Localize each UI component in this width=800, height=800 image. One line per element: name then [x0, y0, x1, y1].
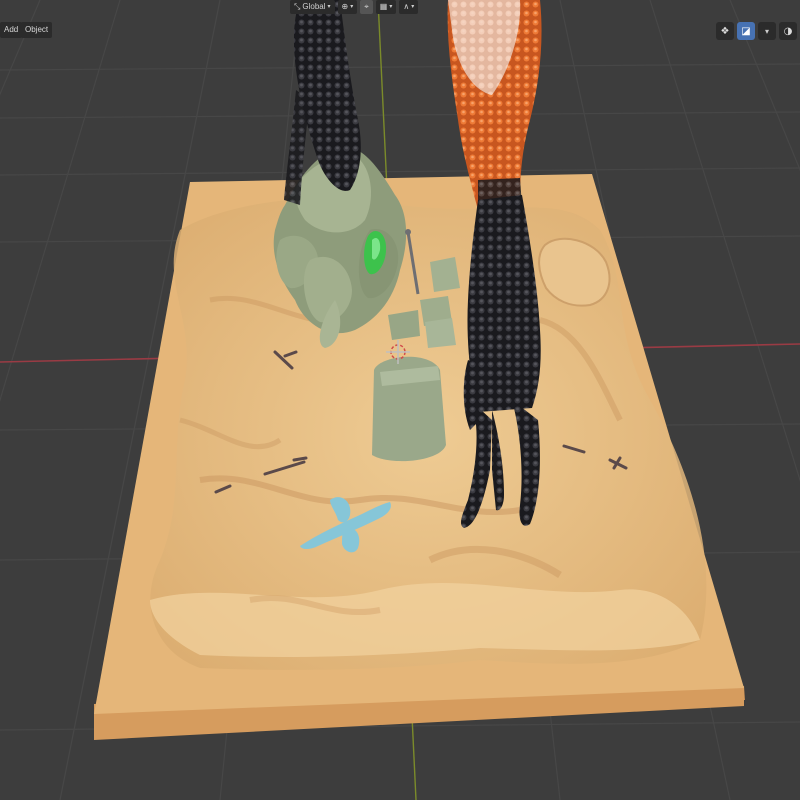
- gizmo-toggle[interactable]: ❖: [716, 22, 734, 40]
- orientation-label: Global: [302, 2, 326, 11]
- scene-render[interactable]: [0, 0, 800, 800]
- proportional-edit-icon: ∧: [403, 2, 410, 11]
- add-menu-button[interactable]: Add: [0, 22, 23, 38]
- 3d-viewport[interactable]: Add Object ⤡ Global ▾ ⊕ ▾ ⌖ ▦ ▾ ∧ ▾ ❖ ◪ …: [0, 0, 800, 800]
- pivot-icon: ⊕: [341, 2, 349, 11]
- xray-toggle[interactable]: ▾: [758, 22, 776, 40]
- chevron-down-icon: ▾: [411, 4, 415, 10]
- gizmo-icon: ❖: [720, 25, 730, 37]
- viewport-tools: ❖ ◪ ▾ ◑: [716, 22, 797, 40]
- overlay-toggle[interactable]: ◪: [737, 22, 755, 40]
- snap-dropdown[interactable]: ▦ ▾: [375, 0, 397, 14]
- chevron-down-icon: ▾: [764, 26, 769, 36]
- shading-icon: ◑: [783, 25, 793, 37]
- overlay-icon: ◪: [741, 25, 751, 37]
- orientation-dropdown[interactable]: ⤡ Global ▾: [290, 0, 335, 14]
- object-menu-label: Object: [25, 25, 49, 34]
- pivot-dropdown[interactable]: ⊕ ▾: [337, 0, 358, 14]
- chevron-down-icon: ▾: [350, 4, 354, 10]
- add-menu-label: Add: [4, 25, 19, 34]
- chevron-down-icon: ▾: [389, 4, 393, 10]
- chevron-down-icon: ▾: [327, 4, 331, 10]
- proportional-edit-toggle[interactable]: ∧ ▾: [399, 0, 419, 14]
- transform-orientation-icon: ⤡: [294, 2, 301, 11]
- snap-target-icon: ▦: [379, 2, 388, 11]
- black-tail[interactable]: [293, 0, 361, 191]
- object-menu-button[interactable]: Object: [21, 22, 53, 38]
- shading-toggle[interactable]: ◑: [779, 22, 797, 40]
- snap-icon: ⌖: [364, 2, 369, 11]
- transform-toolbar: ⤡ Global ▾ ⊕ ▾ ⌖ ▦ ▾ ∧ ▾: [290, 0, 419, 14]
- snap-toggle[interactable]: ⌖: [360, 0, 373, 14]
